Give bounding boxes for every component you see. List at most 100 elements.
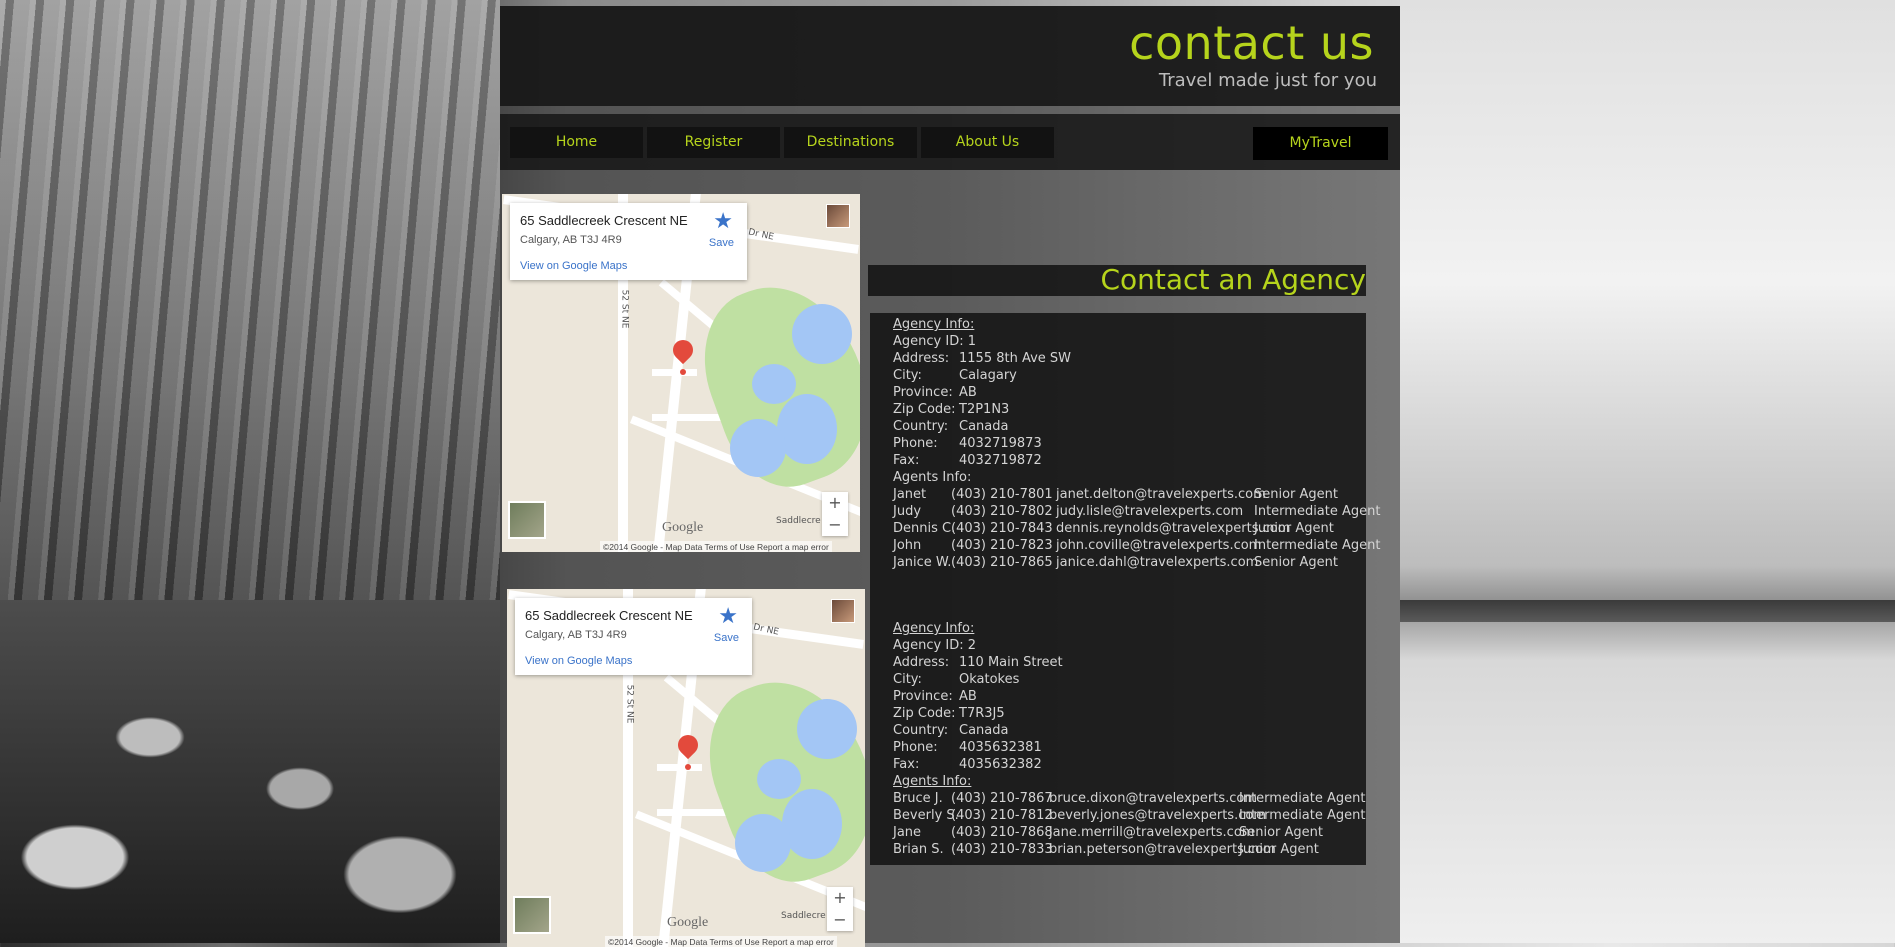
zoom-control: + − (827, 887, 853, 931)
agent-title: Junior Agent (1239, 842, 1319, 857)
agency-province-row: Province: AB (893, 689, 977, 704)
nav-home[interactable]: Home (510, 127, 643, 158)
agent-name: John (893, 538, 922, 553)
agent-name: Jane (893, 825, 922, 840)
agent-title: Senior Agent (1254, 555, 1339, 570)
agent-email[interactable]: janice.dahl@travelexperts.com (1056, 555, 1258, 570)
contact-heading-bar: Contact an Agency (868, 263, 1366, 296)
agent-name: Bruce J. (893, 791, 943, 806)
agency-province-row: Province: AB (893, 385, 977, 400)
agent-title: Intermediate Agent (1239, 791, 1366, 806)
map-footer[interactable]: ©2014 Google - Map Data Terms of Use Rep… (600, 541, 832, 552)
map-marker-dot (685, 764, 691, 770)
nav-destinations[interactable]: Destinations (784, 127, 917, 158)
agency-zip-row: Zip Code: T7R3J5 (893, 706, 1005, 721)
map-marker-dot (680, 369, 686, 375)
agent-name: Janice W. (893, 555, 952, 570)
agents-info-label: Agents Info: (893, 470, 972, 485)
field-value: Calagary (959, 368, 1017, 383)
agent-phone: (403) 210-7812 (951, 808, 1053, 823)
map-address-line2: Calgary, AB T3J 4R9 (525, 629, 627, 641)
view-on-google-maps-link[interactable]: View on Google Maps (525, 655, 632, 667)
agency-city-row: City: Calagary (893, 368, 1017, 383)
field-value: 4035632381 (959, 740, 1042, 755)
view-on-google-maps-link[interactable]: View on Google Maps (520, 260, 627, 272)
save-button[interactable]: Save (714, 632, 739, 644)
zoom-in-button[interactable]: + (827, 887, 853, 909)
field-label: Address: (893, 351, 950, 366)
field-value: Canada (959, 723, 1009, 738)
agent-name: Brian S. (893, 842, 944, 857)
agent-phone: (403) 210-7823 (951, 538, 1053, 553)
agent-phone: (403) 210-7868 (951, 825, 1053, 840)
zoom-in-button[interactable]: + (822, 492, 848, 514)
agent-email[interactable]: bruce.dixon@travelexperts.com (1049, 791, 1257, 806)
agent-email[interactable]: jane.merrill@travelexperts.com (1049, 825, 1254, 840)
field-label: Province: (893, 385, 953, 400)
agency-country-row: Country: Canada (893, 723, 1008, 738)
map-address-line1: 65 Saddlecreek Crescent NE (520, 213, 688, 228)
nav-register[interactable]: Register (647, 127, 780, 158)
nav-mytravel[interactable]: MyTravel (1253, 127, 1388, 160)
agency-zip-row: Zip Code: T2P1N3 (893, 402, 1009, 417)
background-rocks (0, 600, 500, 943)
agent-title: Senior Agent (1239, 825, 1324, 840)
map-info-card: 65 Saddlecreek Crescent NE Calgary, AB T… (515, 598, 752, 675)
avatar[interactable] (826, 204, 850, 228)
agency-info-label: Agency Info: (893, 317, 975, 332)
agents-info-label: Agents Info: (893, 774, 972, 789)
field-label: Fax: (893, 757, 920, 772)
field-value: 4032719873 (959, 436, 1042, 451)
zoom-out-button[interactable]: − (827, 909, 853, 931)
field-label: Address: (893, 655, 950, 670)
zoom-out-button[interactable]: − (822, 514, 848, 536)
agency-country-row: Country: Canada (893, 419, 1008, 434)
map-footer[interactable]: ©2014 Google - Map Data Terms of Use Rep… (605, 936, 837, 947)
agency-panel: Agency Info: Agency ID: 1 Address: 1155 8… (870, 313, 1380, 865)
street-label: Saddlecre (781, 911, 826, 921)
satellite-toggle[interactable] (508, 501, 546, 539)
agent-title: Senior Agent (1254, 487, 1339, 502)
google-map[interactable]: Dr NE 52 St NE Saddlecre 65 Saddlecreek … (507, 589, 865, 947)
save-button[interactable]: Save (709, 237, 734, 249)
field-value: 1155 8th Ave SW (959, 351, 1072, 366)
nav-about-us[interactable]: About Us (921, 127, 1054, 158)
field-value: T7R3J5 (959, 706, 1005, 721)
agent-title: Intermediate Agent (1254, 538, 1381, 553)
field-value: Okatokes (959, 672, 1020, 687)
agent-phone: (403) 210-7865 (951, 555, 1053, 570)
agency-phone-row: Phone: 4035632381 (893, 740, 1042, 755)
agency-phone-row: Phone: 4032719873 (893, 436, 1042, 451)
google-map[interactable]: Dr NE 52 St NE Saddlecre 65 Saddlecreek … (502, 194, 860, 552)
street-label: 52 St NE (624, 684, 635, 724)
agent-email[interactable]: john.coville@travelexperts.com (1056, 538, 1261, 553)
zoom-control: + − (822, 492, 848, 536)
star-icon[interactable]: ★ (718, 603, 738, 629)
background-shoreline (1400, 600, 1895, 622)
agent-name: Janet (893, 487, 927, 502)
agent-title: Intermediate Agent (1254, 504, 1381, 519)
satellite-toggle[interactable] (513, 896, 551, 934)
agent-phone: (403) 210-7802 (951, 504, 1053, 519)
agent-title: Junior Agent (1254, 521, 1334, 536)
field-label: Phone: (893, 740, 938, 755)
star-icon[interactable]: ★ (713, 208, 733, 234)
agent-email[interactable]: janet.delton@travelexperts.com (1056, 487, 1266, 502)
field-value: 4032719872 (959, 453, 1042, 468)
agency-fax-row: Fax: 4035632382 (893, 757, 1042, 772)
agency-fax-row: Fax: 4032719872 (893, 453, 1042, 468)
contact-heading: Contact an Agency (1100, 263, 1366, 296)
agent-email[interactable]: judy.lisle@travelexperts.com (1056, 504, 1243, 519)
street-label: 52 St NE (619, 289, 630, 329)
street-label: Saddlecre (776, 516, 821, 526)
field-value: 4035632382 (959, 757, 1042, 772)
field-label: Fax: (893, 453, 920, 468)
field-label: Phone: (893, 436, 938, 451)
agent-email[interactable]: beverly.jones@travelexperts.com (1049, 808, 1266, 823)
google-logo: Google (662, 520, 704, 535)
field-value: AB (959, 385, 977, 400)
avatar[interactable] (831, 599, 855, 623)
agent-phone: (403) 210-7843 (951, 521, 1053, 536)
field-label: Zip Code: (893, 402, 956, 417)
navbar: Home Register Destinations About Us MyTr… (500, 114, 1400, 170)
